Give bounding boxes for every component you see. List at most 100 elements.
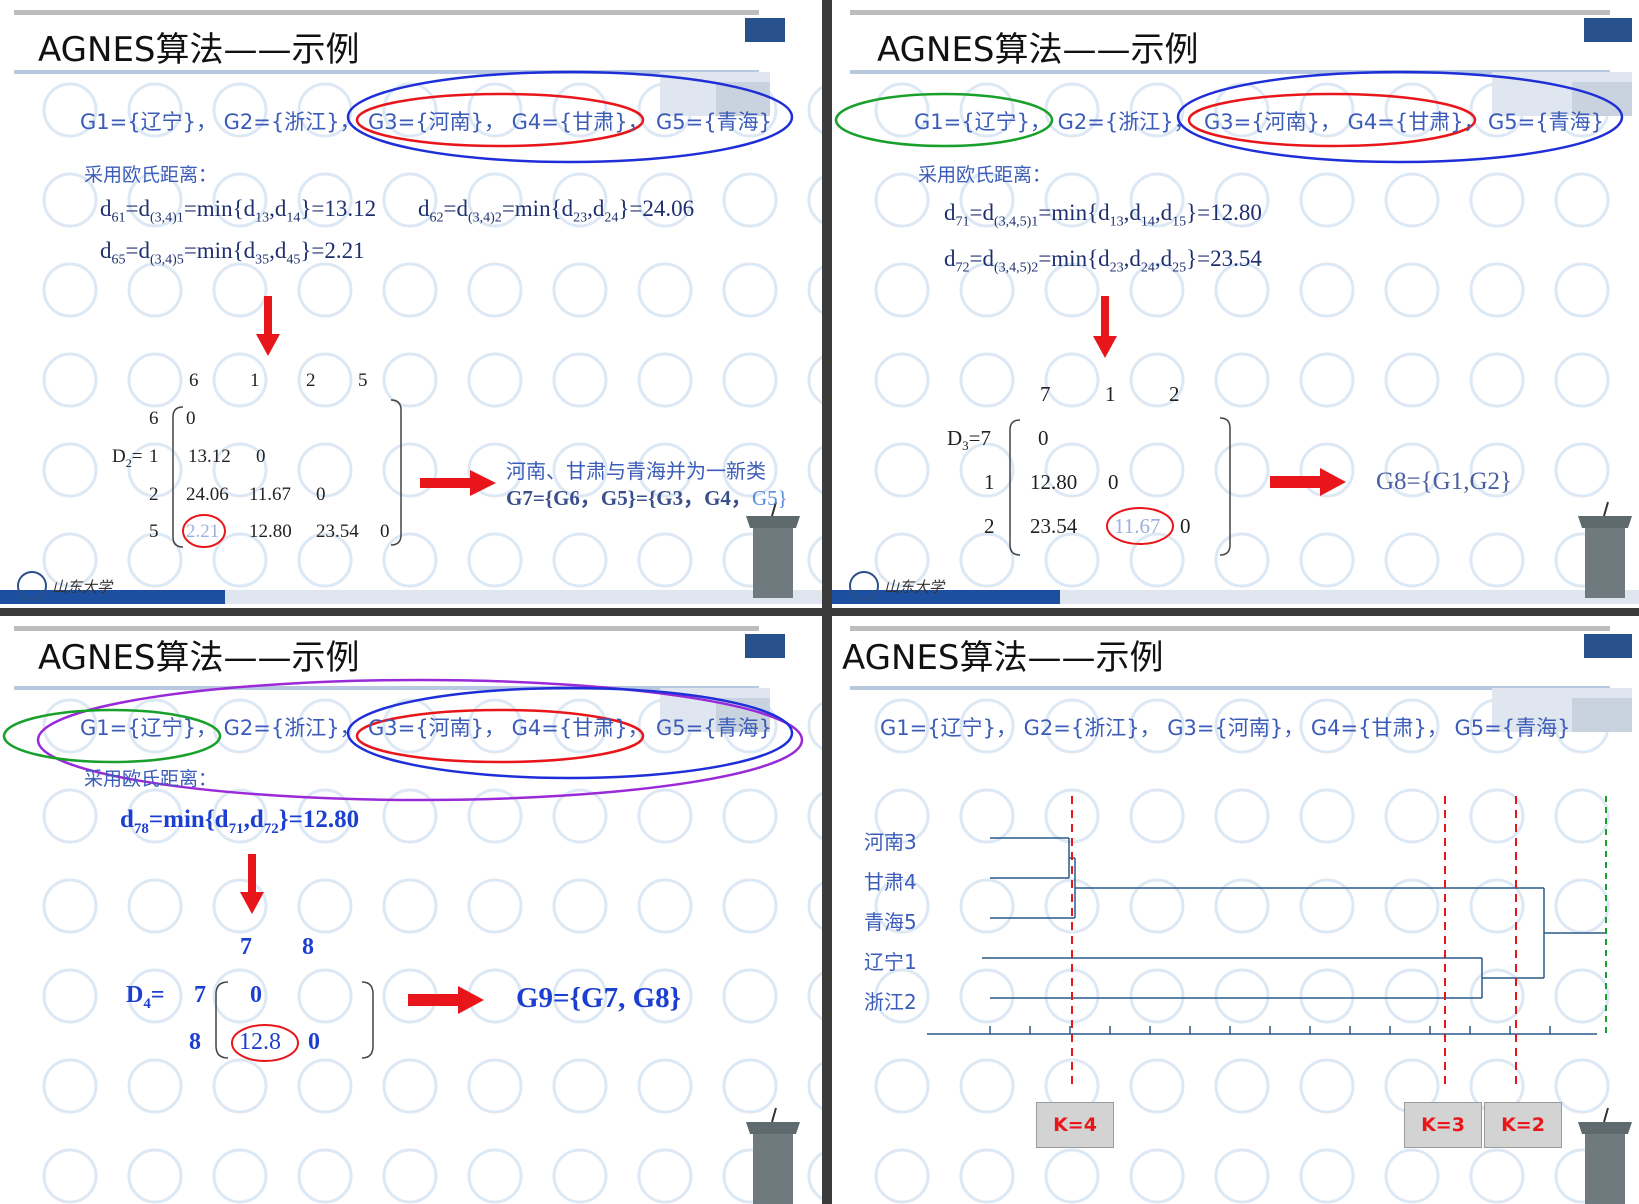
watermark-emblem: [552, 1058, 608, 1114]
watermark-emblem: [807, 881, 822, 931]
watermark-emblem: [382, 1058, 438, 1114]
watermark-emblem: [637, 262, 693, 318]
merge-result: G7={G6，G5}={G3，G4，G5}: [506, 486, 788, 510]
university-logo-text: 山东大学: [52, 578, 113, 596]
watermark-emblem: [382, 262, 438, 318]
slide-3: AGNES算法——示例 G1={辽宁}， G2={浙江}， G3={河南}， G…: [0, 616, 822, 1204]
matrix-cell: 23.54: [316, 521, 359, 542]
matrix-col-header: 8: [302, 934, 314, 960]
matrix-label: D2=: [112, 446, 143, 470]
matrix-right-bracket: [390, 399, 402, 546]
watermark-emblem: [467, 968, 523, 1024]
matrix-col-header: 7: [1040, 382, 1051, 406]
watermark-emblem: [42, 1148, 98, 1204]
watermark-emblem: [467, 1148, 523, 1204]
watermark-emblem: [1554, 352, 1610, 408]
watermark-emblem: [1384, 788, 1440, 844]
merge-result: G9={G7, G8}: [516, 982, 682, 1014]
slide-1-graphics: [0, 10, 822, 604]
leaf-label: 河南3: [864, 830, 917, 854]
groups-g5: G5={青海}: [1488, 110, 1604, 134]
podium-icon: [1578, 501, 1632, 598]
watermark-emblem: [722, 172, 778, 228]
watermark-emblem: [874, 262, 930, 318]
watermark-emblem: [1129, 1058, 1185, 1114]
watermark-emblem: [1299, 532, 1355, 588]
matrix-cell: 11.67: [249, 484, 292, 505]
matrix-col-header: 2: [1169, 382, 1180, 406]
matrix-label: D4=: [126, 982, 165, 1012]
matrix-col-header: 1: [1105, 382, 1116, 406]
watermark-emblem: [1384, 532, 1440, 588]
watermark-emblem: [1299, 262, 1355, 318]
podium-icon: [1578, 1107, 1632, 1204]
k2-button[interactable]: K=2: [1484, 1102, 1562, 1148]
watermark-emblem: [807, 1151, 822, 1201]
watermark-emblem: [127, 262, 183, 318]
formula-d78: d78=min{d71,d72}=12.80: [120, 806, 360, 837]
matrix-cell: 12.80: [1030, 470, 1078, 494]
matrix-cell: 12.80: [249, 521, 292, 542]
com-badge: [745, 18, 785, 42]
watermark-emblem: [637, 532, 693, 588]
footer-bar: [832, 590, 1060, 604]
matrix-right-bracket: [361, 981, 374, 1059]
matrix-cell: 0: [308, 1029, 320, 1055]
watermark-emblem: [807, 265, 822, 315]
matrix-row-header: 2: [149, 484, 159, 505]
watermark-emblem: [1554, 788, 1610, 844]
com-badge: [1584, 18, 1632, 42]
matrix-row-header: 6: [149, 408, 159, 429]
watermark-emblem: [1554, 968, 1610, 1024]
watermark-emblem: [42, 788, 98, 844]
watermark-emblem: [127, 1148, 183, 1204]
watermark-emblem: [1299, 1148, 1355, 1204]
matrix-cell: 0: [256, 446, 266, 467]
slide-title: AGNES算法——示例: [38, 638, 360, 678]
k4-button[interactable]: K=4: [1036, 1102, 1114, 1148]
right-arrow-icon: [420, 470, 496, 496]
watermark-emblem: [467, 1058, 523, 1114]
slide-2-graphics: [832, 10, 1639, 604]
com-badge: [745, 634, 785, 658]
watermark-emblem: [467, 352, 523, 408]
groups-g5: G5={青海}: [656, 110, 772, 134]
matrix-col-header: 2: [306, 370, 316, 391]
matrix-row-header: 8: [189, 1029, 201, 1055]
watermark-emblem: [1214, 788, 1270, 844]
watermark-emblem: [959, 968, 1015, 1024]
watermark-emblem: [42, 352, 98, 408]
watermark-emblem: [467, 262, 523, 318]
watermark-emblem: [1554, 1058, 1610, 1114]
watermark-emblem: [297, 968, 353, 1024]
matrix-col-header: 7: [240, 934, 252, 960]
university-logo-text: 山东大学: [884, 578, 945, 596]
groups-g5: G5={青海}: [656, 716, 772, 740]
slide-4: AGNES算法——示例 G1={辽宁}， G2={浙江}， G3={河南}， G…: [832, 616, 1639, 1204]
watermark-emblem: [1214, 968, 1270, 1024]
merge-note: 河南、甘肃与青海并为一新类: [506, 459, 766, 483]
watermark-emblem: [1554, 878, 1610, 934]
groups-g1-g2: G1={辽宁}， G2={浙江}，: [80, 110, 361, 134]
watermark-emblem: [722, 788, 778, 844]
watermark-emblem: [552, 532, 608, 588]
watermark-emblem: [1469, 1148, 1525, 1204]
slide-title: AGNES算法——示例: [38, 30, 360, 70]
watermark-emblem: [212, 1058, 268, 1114]
watermark-emblem: [722, 968, 778, 1024]
matrix-cell: 23.54: [1030, 514, 1078, 538]
watermark-emblem: [1129, 1148, 1185, 1204]
watermark-emblem: [382, 442, 438, 498]
watermark-emblem: [959, 1058, 1015, 1114]
watermark-emblem: [42, 442, 98, 498]
watermark-emblem: [1214, 532, 1270, 588]
matrix-cell-min: 2.21: [186, 521, 220, 542]
matrix-cell-min: 11.67: [1114, 514, 1161, 538]
watermark-emblem: [1129, 968, 1185, 1024]
matrix-left-bracket: [1009, 419, 1021, 556]
slide-title: AGNES算法——示例: [842, 638, 1164, 678]
watermark-emblem: [1469, 352, 1525, 408]
podium-icon: [746, 501, 800, 598]
k3-button[interactable]: K=3: [1404, 1102, 1482, 1148]
watermark-emblem: [1129, 442, 1185, 498]
